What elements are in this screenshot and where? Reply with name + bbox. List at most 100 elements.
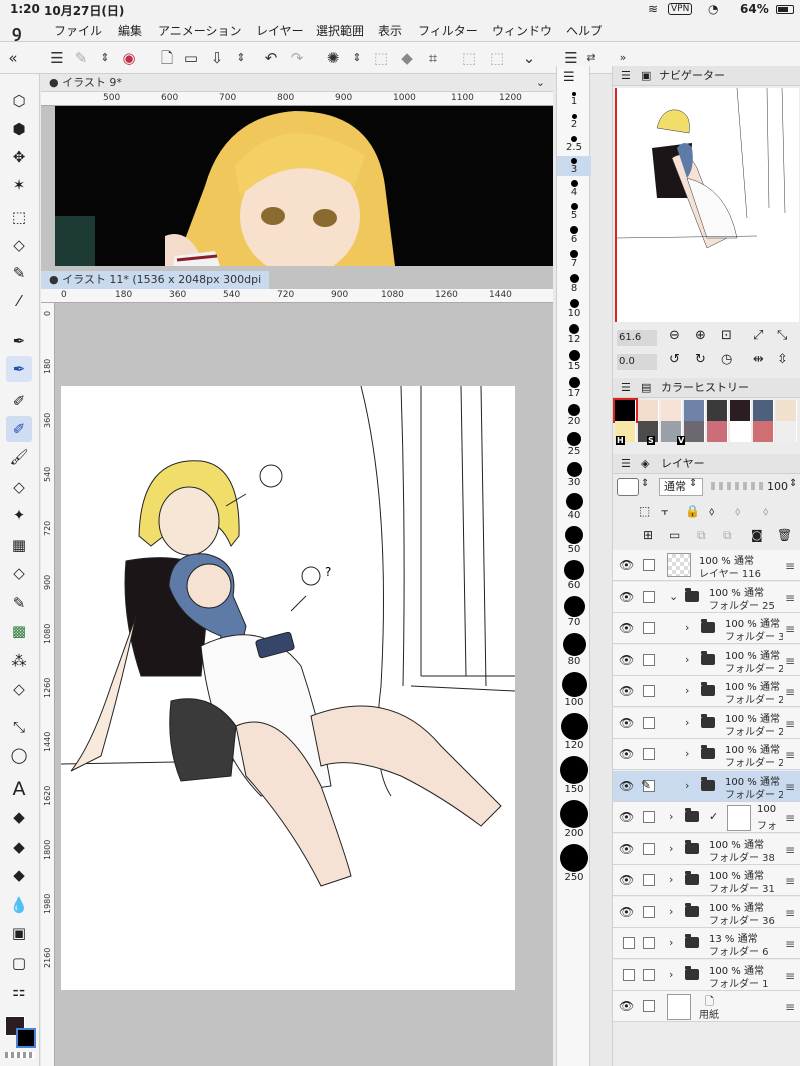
- chevron-icon[interactable]: ›: [685, 653, 689, 666]
- selection-pen-icon[interactable]: ✎: [6, 260, 32, 286]
- chevron-icon[interactable]: ›: [685, 779, 689, 792]
- menu-file[interactable]: ファイル: [54, 22, 102, 39]
- brush-size-item[interactable]: 3: [557, 156, 591, 176]
- layer-checkbox[interactable]: [643, 622, 655, 634]
- brush-size-item[interactable]: 70: [557, 594, 591, 629]
- ruler-icon[interactable]: ⚏: [6, 978, 32, 1004]
- layer-checkbox[interactable]: [643, 968, 655, 981]
- eye-icon[interactable]: 👁: [619, 621, 634, 635]
- hamburger-menu-icon[interactable]: ☰: [621, 66, 631, 86]
- zoom-out-icon[interactable]: ⊖: [669, 328, 680, 343]
- hamburger-menu-icon[interactable]: ☰: [46, 47, 68, 69]
- brush-size-item[interactable]: 80: [557, 631, 591, 668]
- sparkle-icon[interactable]: ✦: [6, 502, 32, 528]
- layer-checkbox[interactable]: [643, 685, 655, 697]
- layer-row[interactable]: 👁 › 100 % 通常 フォルダー 2 ≡: [613, 739, 800, 770]
- layer-row[interactable]: 👁 › 100 % 通常 フォルダー 38 ≡: [613, 833, 800, 865]
- drag-handle-icon[interactable]: ≡: [785, 559, 795, 573]
- new-folder-icon[interactable]: ▭: [669, 528, 680, 542]
- zoom-in-icon[interactable]: ⊕: [695, 328, 706, 343]
- zoom-value[interactable]: 61.6: [617, 330, 657, 346]
- chevron-icon[interactable]: ›: [685, 621, 689, 634]
- drag-handle-icon[interactable]: ≡: [785, 937, 795, 951]
- layer-row[interactable]: 👁 › 100 % 通常 フォルダー 3 ≡: [613, 613, 800, 644]
- brush-size-item[interactable]: 2: [557, 112, 591, 132]
- open-folder-icon[interactable]: ▭: [180, 47, 202, 69]
- chevron-right-icon[interactable]: ›: [669, 810, 673, 823]
- layer-row[interactable]: › 13 % 通常 フォルダー 6 ≡: [613, 928, 800, 959]
- fit-icon[interactable]: ⊡: [721, 328, 732, 343]
- brush-size-item[interactable]: 120: [557, 711, 591, 752]
- new-layer-icon[interactable]: ⊞: [643, 528, 653, 542]
- cursor-icon[interactable]: ⤡: [6, 714, 32, 740]
- color-swatch[interactable]: [730, 400, 751, 421]
- frame-icon[interactable]: ▢: [6, 950, 32, 976]
- new-file-icon[interactable]: 🗋: [156, 47, 178, 69]
- airbrush-icon[interactable]: ⁂: [6, 648, 32, 674]
- companion-icon[interactable]: ◉: [118, 47, 140, 69]
- fill-icon[interactable]: ◆: [6, 834, 32, 860]
- drag-handle-icon[interactable]: ≡: [785, 685, 795, 699]
- brush-size-item[interactable]: 40: [557, 491, 591, 522]
- reference-canvas[interactable]: [55, 106, 553, 266]
- layer-row[interactable]: 👁 🗋 用紙 ≡: [613, 991, 800, 1022]
- eye-icon[interactable]: 👁: [619, 779, 634, 793]
- brush-size-item[interactable]: 4: [557, 178, 591, 199]
- fullscreen-icon[interactable]: ⤢: [753, 328, 763, 343]
- layer-row[interactable]: 👁 › 100 % 通常 フォルダー 36 ≡: [613, 896, 800, 928]
- pen-icon[interactable]: ✒: [6, 356, 32, 382]
- drag-handle-icon[interactable]: ≡: [785, 906, 795, 920]
- layer-row[interactable]: 👁 › ✎ 100 % 通常 フォルダー 2 ≡: [613, 770, 800, 802]
- rotate-left-icon[interactable]: ↺: [669, 352, 680, 367]
- color-swatch[interactable]: [707, 400, 728, 421]
- text-icon[interactable]: A: [6, 776, 32, 802]
- brush-size-item[interactable]: 17: [557, 375, 591, 400]
- layer-checkbox[interactable]: [643, 937, 655, 949]
- layer-checkbox[interactable]: [643, 716, 655, 729]
- brush-size-item[interactable]: 12: [557, 322, 591, 346]
- brush-size-item[interactable]: 10: [557, 297, 591, 320]
- marquee-icon[interactable]: ⬚: [6, 204, 32, 230]
- invert-selection-icon[interactable]: ⬚: [486, 47, 508, 69]
- menu-layer[interactable]: レイヤー: [256, 22, 304, 39]
- undo-icon[interactable]: ↶: [260, 47, 282, 69]
- fill-icon[interactable]: ◆: [396, 47, 418, 69]
- menu-filter[interactable]: フィルター: [418, 22, 478, 39]
- brush-size-item[interactable]: 250: [557, 842, 591, 884]
- layer-checkbox[interactable]: [643, 842, 655, 855]
- merge-icon[interactable]: ⧉: [723, 528, 732, 543]
- eye-icon[interactable]: 👁: [619, 684, 634, 698]
- layer-row[interactable]: 👁 › 100 % 通常 フォルダー 2 ≡: [613, 644, 800, 676]
- fill-icon[interactable]: ◆: [6, 804, 32, 830]
- hamburger-menu-icon[interactable]: ☰: [621, 454, 631, 474]
- color-swatch[interactable]: [684, 400, 705, 421]
- drag-handle-icon[interactable]: ≡: [785, 1000, 795, 1014]
- expand-icon[interactable]: ⤡: [777, 328, 787, 343]
- menu-view[interactable]: 表示: [378, 22, 402, 39]
- brush-size-item[interactable]: 8: [557, 272, 591, 295]
- eye-icon[interactable]: 👁: [619, 747, 634, 761]
- clear-icon[interactable]: ⬚: [370, 47, 392, 69]
- navigator-preview[interactable]: [615, 87, 799, 322]
- drag-handle-icon[interactable]: ≡: [785, 811, 795, 825]
- copy-icon[interactable]: ⧉: [697, 528, 706, 543]
- drag-handle-icon[interactable]: ≡: [785, 843, 795, 857]
- eye-icon[interactable]: 👁: [619, 653, 634, 667]
- magic-wand-icon[interactable]: ✶: [6, 172, 32, 198]
- transparent-color-swatch[interactable]: [5, 1052, 35, 1058]
- drag-handle-icon[interactable]: ≡: [785, 654, 795, 668]
- trash-icon[interactable]: 🗑: [777, 528, 792, 542]
- drag-handle-icon[interactable]: ≡: [785, 748, 795, 762]
- hamburger-menu-icon[interactable]: ☰: [621, 378, 631, 398]
- layer-checkbox[interactable]: [643, 874, 655, 886]
- drag-handle-icon[interactable]: ≡: [785, 969, 795, 983]
- fill-icon[interactable]: ◆: [6, 862, 32, 888]
- pattern-icon[interactable]: ▩: [6, 618, 32, 644]
- color-swatch[interactable]: [661, 400, 682, 421]
- layer-checkbox[interactable]: [643, 590, 655, 603]
- opacity-value[interactable]: 100: [767, 480, 788, 493]
- chevron-icon[interactable]: ›: [669, 936, 673, 949]
- menu-selection[interactable]: 選択範囲: [316, 22, 364, 39]
- layer-row[interactable]: 👁 100 % 通常 レイヤー 116 ≡: [613, 550, 800, 581]
- tab-illust-9[interactable]: ● イラスト 9* ⌄: [41, 74, 553, 92]
